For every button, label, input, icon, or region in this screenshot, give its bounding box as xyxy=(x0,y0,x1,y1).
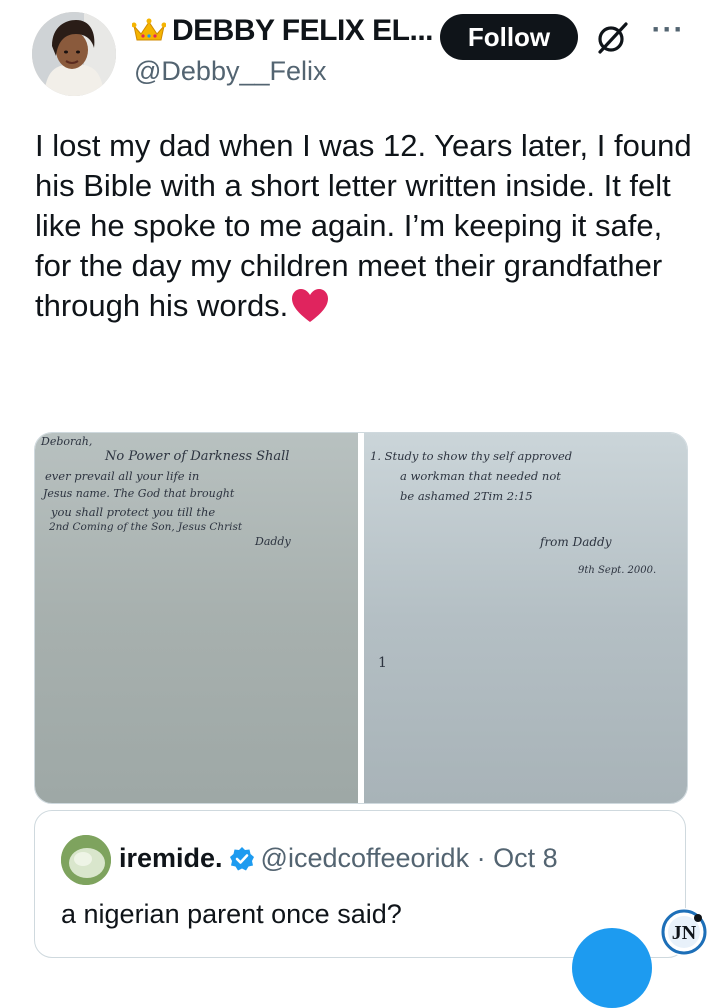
svg-text:JN: JN xyxy=(672,922,697,944)
handwriting-line: 9th Sept. 2000. xyxy=(578,565,657,576)
handwriting-line: you shall protect you till the xyxy=(51,505,216,519)
red-heart-icon xyxy=(292,289,329,322)
handwriting-line: Daddy xyxy=(255,535,291,548)
quote-avatar[interactable] xyxy=(61,835,111,885)
author-name[interactable]: DEBBY FELIX EL... xyxy=(172,14,434,48)
photo-right-page[interactable]: 1. Study to show thy self approved a wor… xyxy=(364,433,687,803)
handwriting-line: a workman that needed not xyxy=(400,469,561,483)
post-body: I lost my dad when I was 12. Years later… xyxy=(35,128,692,323)
page-number: 1 xyxy=(378,655,387,671)
handwriting-line: Jesus name. The God that brought xyxy=(43,487,235,500)
handwriting-line: be ashamed 2Tim 2:15 xyxy=(400,489,533,503)
quote-handle-time[interactable]: @icedcoffeeoridk · Oct 8 xyxy=(261,843,558,874)
follow-button[interactable]: Follow xyxy=(440,14,578,60)
handwriting-line: Deborah, xyxy=(41,435,93,448)
handwriting-line: ever prevail all your life in xyxy=(45,469,200,483)
crown-icon xyxy=(132,18,166,41)
watermark-logo: JN xyxy=(660,908,708,956)
post-text: I lost my dad when I was 12. Years later… xyxy=(35,126,695,326)
handwriting-line: 1. Study to show thy self approved xyxy=(370,449,573,463)
quote-name[interactable]: iremide. xyxy=(119,843,223,874)
handwriting-line: 2nd Coming of the Son, Jesus Christ xyxy=(49,521,243,533)
post-media[interactable]: Deborah, No Power of Darkness Shall ever… xyxy=(34,432,688,804)
quote-header: iremide. @icedcoffeeoridk · Oct 8 xyxy=(119,843,558,874)
quote-text: a nigerian parent once said? xyxy=(61,899,402,929)
author-name-row[interactable]: DEBBY FELIX EL... xyxy=(132,14,434,48)
compose-button[interactable] xyxy=(572,928,652,1008)
author-avatar[interactable] xyxy=(32,12,116,96)
photo-left-page[interactable]: Deborah, No Power of Darkness Shall ever… xyxy=(35,433,358,803)
grok-icon[interactable] xyxy=(594,20,630,56)
verified-badge-icon xyxy=(229,846,254,870)
handwriting-line: No Power of Darkness Shall xyxy=(105,449,290,464)
more-options-icon[interactable]: ··· xyxy=(648,15,688,54)
handwriting-line: from Daddy xyxy=(540,535,612,549)
author-handle[interactable]: @Debby__Felix xyxy=(134,56,327,87)
